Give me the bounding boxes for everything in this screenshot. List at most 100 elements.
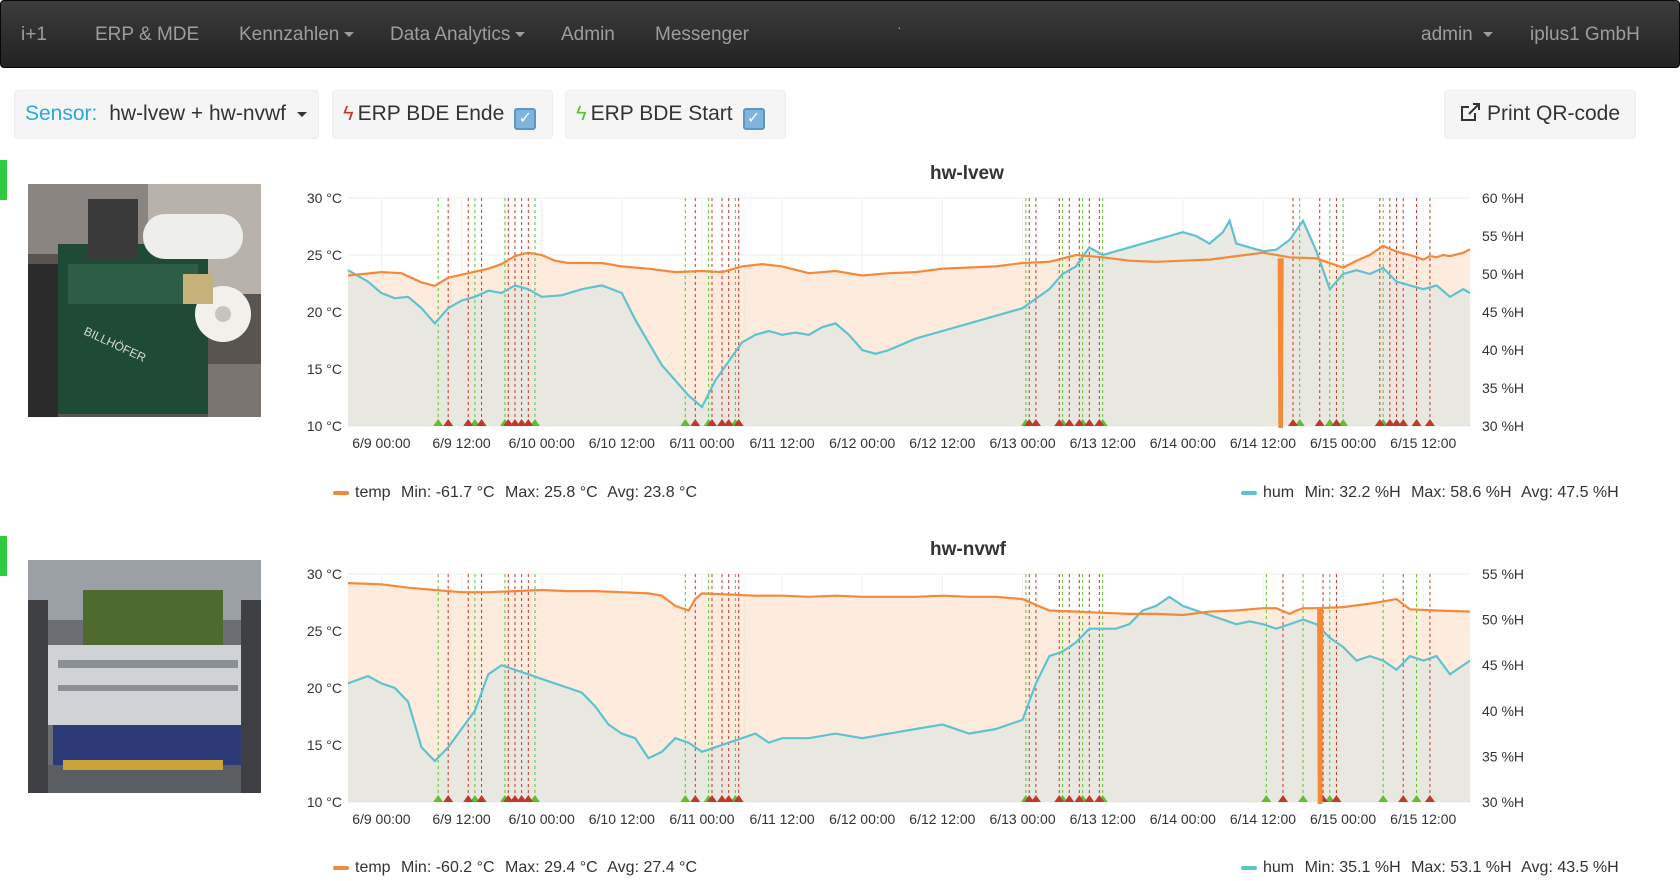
temp-drop-line: [1277, 258, 1284, 428]
y-right-tick-label: 55 %H: [1482, 566, 1524, 582]
print-qr-button[interactable]: Print QR-code: [1444, 90, 1636, 139]
y-right-tick-label: 40 %H: [1482, 342, 1524, 358]
y-left-tick-label: 30 °C: [307, 190, 342, 206]
erp-bde-ende-checkbox[interactable]: ✓: [514, 108, 537, 130]
y-left-tick-label: 15 °C: [307, 361, 342, 377]
erp-bde-start-toggle[interactable]: ϟ ERP BDE Start ✓: [565, 90, 786, 139]
legend-hum[interactable]: hum Min: 32.2 %H Max: 58.6 %H Avg: 47.5 …: [1241, 484, 1625, 502]
status-indicator: [0, 536, 7, 576]
brand-logo[interactable]: i+1: [21, 24, 47, 46]
erp-bde-start-checkbox[interactable]: ✓: [742, 108, 765, 130]
sensor-select[interactable]: Sensor: hw-lvew + hw-nvwf: [14, 90, 319, 139]
x-tick-label: 6/9 00:00: [352, 435, 411, 451]
legend-label: Min:: [1304, 859, 1335, 876]
x-tick-label: 6/9 00:00: [352, 811, 411, 827]
x-tick-label: 6/9 12:00: [432, 811, 491, 827]
x-tick-label: 6/10 12:00: [589, 811, 655, 827]
nav-item-erp-mde[interactable]: ERP & MDE: [95, 24, 199, 46]
x-tick-label: 6/12 12:00: [909, 811, 975, 827]
nav-item-data-analytics[interactable]: Data Analytics: [390, 24, 526, 46]
nav-dot: ·: [897, 19, 902, 35]
y-right-tick-label: 50 %H: [1482, 266, 1524, 282]
nav-item-admin[interactable]: Admin: [561, 24, 615, 46]
x-tick-label: 6/15 12:00: [1390, 435, 1456, 451]
nav-item-label: Kennzahlen: [239, 24, 340, 45]
y-left-tick-label: 10 °C: [307, 418, 342, 434]
machine-photo-hw-lvew: BILLHÖFER: [28, 184, 261, 417]
x-tick-label: 6/15 12:00: [1390, 811, 1456, 827]
y-left-tick-label: 25 °C: [307, 247, 342, 263]
x-tick-label: 6/14 12:00: [1230, 435, 1296, 451]
machine-photo-hw-nvwf: [28, 560, 261, 793]
legend-series-name: hum: [1263, 484, 1295, 501]
legend-series-name: temp: [355, 484, 391, 501]
sensor-label: Sensor:: [25, 102, 98, 125]
erp-bde-ende-toggle[interactable]: ϟ ERP BDE Ende ✓: [332, 90, 553, 139]
legend-min: 32.2 %H: [1339, 484, 1401, 501]
temp-swatch: [333, 865, 349, 870]
legend-min: -61.7 °C: [435, 484, 495, 501]
hum-swatch: [1241, 490, 1257, 495]
x-tick-label: 6/15 00:00: [1310, 811, 1376, 827]
legend-temp[interactable]: temp Min: -61.7 °C Max: 25.8 °C Avg: 23.…: [333, 484, 703, 502]
legend-label: Avg:: [1521, 484, 1553, 501]
legend-max: 29.4 °C: [544, 859, 598, 876]
legend-hum[interactable]: hum Min: 35.1 %H Max: 53.1 %H Avg: 43.5 …: [1241, 859, 1625, 877]
y-right-tick-label: 40 %H: [1482, 703, 1524, 719]
bolt-icon: ϟ: [343, 103, 354, 125]
x-tick-label: 6/11 12:00: [750, 811, 815, 827]
legend-label: Avg:: [607, 859, 640, 876]
x-tick-label: 6/9 12:00: [432, 435, 491, 451]
y-right-tick-label: 35 %H: [1482, 748, 1524, 764]
chevron-down-icon: [1482, 32, 1493, 38]
status-indicator: [0, 160, 7, 200]
chevron-down-icon: [296, 111, 307, 117]
company-name[interactable]: iplus1 GmbH: [1530, 24, 1640, 46]
legend-label: Avg:: [607, 484, 640, 501]
x-tick-label: 6/14 00:00: [1150, 435, 1216, 451]
nav-item-messenger[interactable]: Messenger: [655, 24, 749, 46]
y-right-tick-label: 55 %H: [1482, 228, 1524, 244]
x-tick-label: 6/12 00:00: [829, 811, 895, 827]
chart-title: hw-lvew: [930, 163, 1004, 184]
y-left-tick-label: 25 °C: [307, 623, 342, 639]
y-right-tick-label: 45 %H: [1482, 657, 1524, 673]
external-link-icon: [1461, 103, 1480, 121]
x-tick-label: 6/11 00:00: [669, 811, 734, 827]
y-left-tick-label: 20 °C: [307, 304, 342, 320]
legend-min: -60.2 °C: [435, 859, 495, 876]
y-right-tick-label: 30 %H: [1482, 794, 1524, 810]
print-qr-label: Print QR-code: [1487, 102, 1621, 125]
x-tick-label: 6/10 00:00: [509, 435, 575, 451]
x-tick-label: 6/13 12:00: [1070, 811, 1136, 827]
legend-label: Max:: [505, 859, 540, 876]
user-menu[interactable]: admin: [1421, 24, 1493, 46]
x-tick-label: 6/14 12:00: [1230, 811, 1296, 827]
legend-label: Avg:: [1521, 859, 1553, 876]
chart-title: hw-nvwf: [930, 539, 1006, 560]
legend-avg: 27.4 °C: [643, 859, 698, 876]
chevron-down-icon: [344, 32, 355, 38]
chart-hw-nvwf: 10 °C 15 °C 20 °C 25 °C 30 °C 30 %H 35 %H 40 %H…: [307, 566, 1524, 827]
top-navbar: i+1 ERP & MDE Kennzahlen Data Analytics …: [0, 0, 1680, 68]
y-right-tick-label: 60 %H: [1482, 190, 1524, 206]
x-tick-label: 6/13 00:00: [989, 435, 1055, 451]
x-tick-label: 6/10 00:00: [509, 811, 575, 827]
user-name: admin: [1421, 24, 1473, 45]
legend-max: 53.1 %H: [1450, 859, 1512, 876]
legend-label: Max:: [1411, 484, 1446, 501]
legend-avg: 23.8 °C: [643, 484, 698, 501]
x-tick-label: 6/13 00:00: [989, 811, 1055, 827]
y-left-tick-label: 15 °C: [307, 737, 342, 753]
legend-max: 58.6 %H: [1450, 484, 1512, 501]
nav-item-kennzahlen[interactable]: Kennzahlen: [239, 24, 355, 46]
x-tick-label: 6/12 12:00: [909, 435, 975, 451]
legend-max: 25.8 °C: [544, 484, 598, 501]
x-tick-label: 6/12 00:00: [829, 435, 895, 451]
x-tick-label: 6/13 12:00: [1070, 435, 1136, 451]
x-tick-label: 6/15 00:00: [1310, 435, 1376, 451]
legend-temp[interactable]: temp Min: -60.2 °C Max: 29.4 °C Avg: 27.…: [333, 859, 703, 877]
y-right-tick-label: 50 %H: [1482, 612, 1524, 628]
temp-swatch: [333, 490, 349, 495]
temp-drop-line: [1317, 608, 1324, 804]
